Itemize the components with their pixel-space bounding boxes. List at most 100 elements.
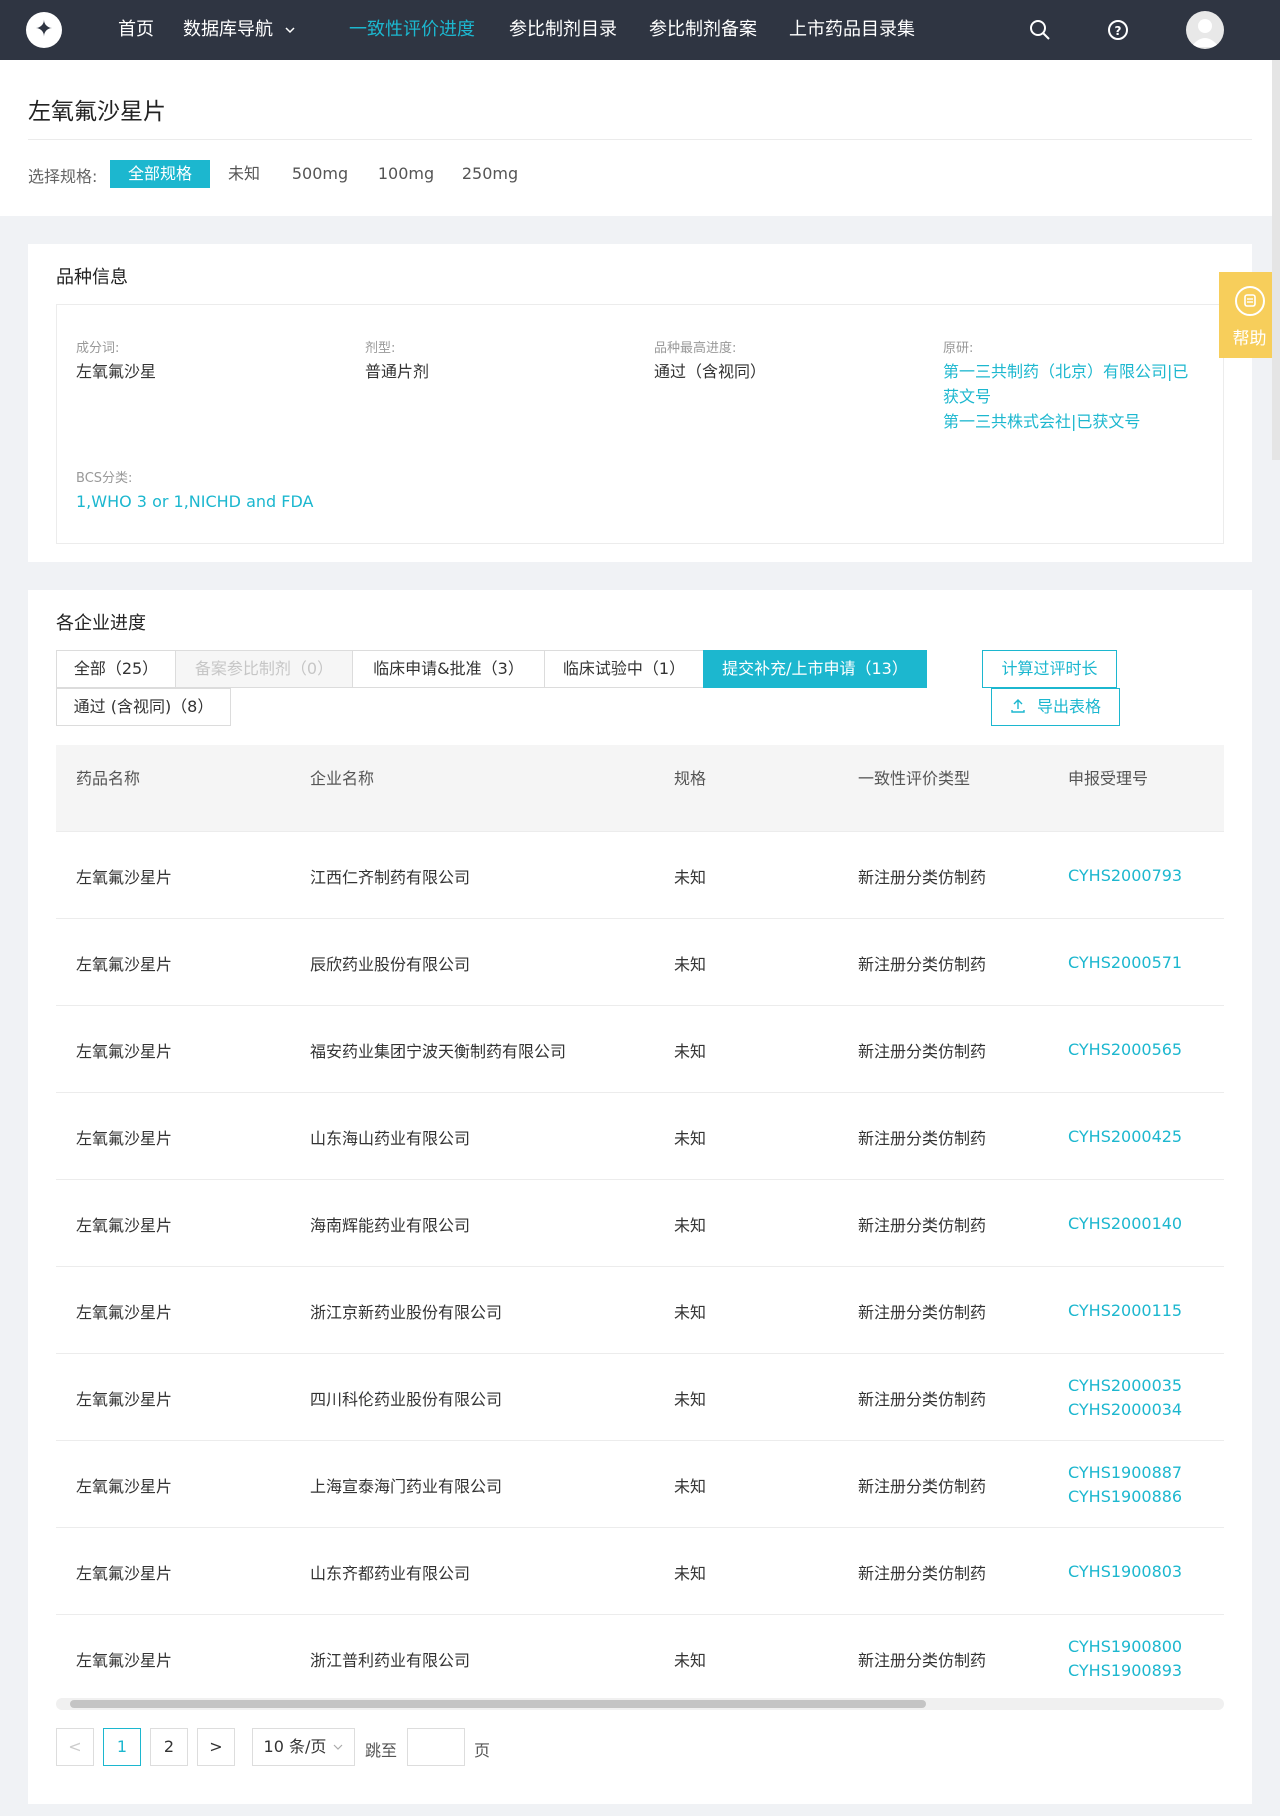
type-cell: 新注册分类仿制药 <box>858 1477 987 1496</box>
original-link-2[interactable]: 第一三共株式会社|已获文号 <box>943 409 1140 434</box>
avatar[interactable] <box>1186 11 1224 49</box>
accept-no-link[interactable]: CYHS1900803 <box>1068 1560 1182 1584</box>
jump-page-input[interactable] <box>407 1728 465 1766</box>
spec-500mg[interactable]: 500mg <box>288 160 352 188</box>
type-cell: 新注册分类仿制药 <box>858 1042 987 1061</box>
spec-cell: 未知 <box>674 1129 707 1148</box>
header-panel <box>0 60 1280 216</box>
vertical-scrollbar[interactable] <box>1272 60 1280 460</box>
spec-all[interactable]: 全部规格 <box>110 160 210 188</box>
type-cell: 新注册分类仿制药 <box>858 1216 987 1235</box>
table-row[interactable]: 左氧氟沙星片 上海宣泰海门药业有限公司 未知 新注册分类仿制药 CYHS1900887 C… <box>56 1440 1224 1527</box>
accept-no-link[interactable]: CYHS2000793 <box>1068 864 1182 888</box>
help-label: 帮助 <box>1232 329 1267 349</box>
table-row[interactable]: 左氧氟沙星片 山东海山药业有限公司 未知 新注册分类仿制药 CYHS2000425 <box>56 1092 1224 1179</box>
page-unit-label: 页 <box>474 1741 491 1760</box>
nav-consistency-progress[interactable]: 一致性评价进度 <box>349 0 475 60</box>
logo-icon[interactable]: ✦ <box>26 12 62 48</box>
tab-passed[interactable]: 通过 (含视同)（8） <box>56 688 231 726</box>
bcs-label: BCS分类: <box>76 471 133 486</box>
scrollbar-thumb[interactable] <box>70 1700 926 1708</box>
original-link-1-cont[interactable]: 获文号 <box>943 384 991 409</box>
accept-no-link[interactable]: CYHS2000425 <box>1068 1125 1182 1149</box>
company-cell: 江西仁齐制药有限公司 <box>310 868 471 887</box>
table-row[interactable]: 左氧氟沙星片 辰欣药业股份有限公司 未知 新注册分类仿制药 CYHS2000571 <box>56 918 1224 1005</box>
nav-listed-drugs[interactable]: 上市药品目录集 <box>789 0 915 60</box>
table-row[interactable]: 左氧氟沙星片 福安药业集团宁波天衡制药有限公司 未知 新注册分类仿制药 CYHS2000… <box>56 1005 1224 1092</box>
table-row[interactable]: 左氧氟沙星片 海南辉能药业有限公司 未知 新注册分类仿制药 CYHS2000140 <box>56 1179 1224 1266</box>
accept-no-link[interactable]: CYHS1900886 <box>1068 1485 1182 1509</box>
accept-no-link[interactable]: CYHS2000115 <box>1068 1299 1182 1323</box>
accept-no-link[interactable]: CYHS2000571 <box>1068 951 1182 975</box>
company-cell: 山东齐都药业有限公司 <box>310 1564 471 1583</box>
type-cell: 新注册分类仿制药 <box>858 868 987 887</box>
accept-no-link[interactable]: CYHS2000565 <box>1068 1038 1182 1062</box>
spec-100mg[interactable]: 100mg <box>374 160 438 188</box>
company-cell: 上海宣泰海门药业有限公司 <box>310 1477 503 1496</box>
dosage-label: 剂型: <box>365 341 396 356</box>
drug-name-cell: 左氧氟沙星片 <box>76 1042 173 1061</box>
accept-no-link[interactable]: CYHS2000035 <box>1068 1374 1182 1398</box>
spec-unknown[interactable]: 未知 <box>222 160 266 188</box>
accept-no-link[interactable]: CYHS1900887 <box>1068 1461 1182 1485</box>
help-float-button[interactable]: 帮助 <box>1219 272 1280 358</box>
drug-name-cell: 左氧氟沙星片 <box>76 1477 173 1496</box>
col-type: 一致性评价类型 <box>858 769 971 788</box>
progress-title: 各企业进度 <box>56 613 146 634</box>
type-cell: 新注册分类仿制药 <box>858 1129 987 1148</box>
company-cell: 四川科伦药业股份有限公司 <box>310 1390 503 1409</box>
spec-cell: 未知 <box>674 1390 707 1409</box>
page-2-button[interactable]: 2 <box>150 1728 188 1766</box>
page-size-select[interactable]: 10 条/页 <box>252 1728 355 1766</box>
accept-no-link[interactable]: CYHS2000140 <box>1068 1212 1182 1236</box>
help-circle-icon[interactable]: ? <box>1104 16 1132 44</box>
prev-page-button[interactable]: < <box>56 1728 94 1766</box>
bcs-value[interactable]: 1,WHO 3 or 1,NICHD and FDA <box>76 489 313 514</box>
horizontal-scrollbar[interactable] <box>56 1698 1224 1710</box>
table-row[interactable]: 左氧氟沙星片 浙江普利药业有限公司 未知 新注册分类仿制药 CYHS1900800 CYH… <box>56 1614 1224 1701</box>
spec-250mg[interactable]: 250mg <box>458 160 522 188</box>
accept-no-link[interactable]: CYHS1900893 <box>1068 1659 1182 1683</box>
drug-name-cell: 左氧氟沙星片 <box>76 1129 173 1148</box>
next-page-button[interactable]: > <box>197 1728 235 1766</box>
table-row[interactable]: 左氧氟沙星片 山东齐都药业有限公司 未知 新注册分类仿制药 CYHS1900803 <box>56 1527 1224 1614</box>
nav-database-label: 数据库导航 <box>183 19 273 40</box>
tab-reference-filing: 备案参比制剂（0） <box>175 650 353 688</box>
tab-clinical-application[interactable]: 临床申请&批准（3） <box>352 650 545 688</box>
nav-reference-catalog[interactable]: 参比制剂目录 <box>509 0 617 60</box>
calc-duration-button[interactable]: 计算过评时长 <box>982 650 1117 688</box>
tab-all[interactable]: 全部（25） <box>56 650 176 688</box>
progress-table: 药品名称 企业名称 规格 一致性评价类型 申报受理号 左氧氟沙星片 江西仁齐制药有… <box>56 745 1224 1711</box>
table-row[interactable]: 左氧氟沙星片 浙江京新药业股份有限公司 未知 新注册分类仿制药 CYHS2000115 <box>56 1266 1224 1353</box>
chevron-down-icon <box>285 27 295 34</box>
table-row[interactable]: 左氧氟沙星片 江西仁齐制药有限公司 未知 新注册分类仿制药 CYHS2000793 <box>56 831 1224 918</box>
tab-submission[interactable]: 提交补充/上市申请（13） <box>703 650 927 688</box>
accept-no-link[interactable]: CYHS2000034 <box>1068 1398 1182 1422</box>
spec-cell: 未知 <box>674 1303 707 1322</box>
nav-database[interactable]: 数据库导航 <box>183 0 295 60</box>
export-button[interactable]: 导出表格 <box>991 688 1120 726</box>
progress-value: 通过（含视同） <box>654 362 767 381</box>
col-spec: 规格 <box>674 769 707 788</box>
help-icon <box>1235 286 1265 316</box>
spec-cell: 未知 <box>674 955 707 974</box>
dosage-value: 普通片剂 <box>365 362 430 381</box>
accept-no-link[interactable]: CYHS1900800 <box>1068 1635 1182 1659</box>
type-cell: 新注册分类仿制药 <box>858 1303 987 1322</box>
tab-clinical-trial[interactable]: 临床试验中（1） <box>544 650 704 688</box>
original-link-1[interactable]: 第一三共制药（北京）有限公司|已 <box>943 359 1188 384</box>
page-size-value: 10 条/页 <box>263 1737 327 1756</box>
table-row[interactable]: 左氧氟沙星片 四川科伦药业股份有限公司 未知 新注册分类仿制药 CYHS2000035 C… <box>56 1353 1224 1440</box>
spec-cell: 未知 <box>674 1216 707 1235</box>
nav-home[interactable]: 首页 <box>118 0 154 60</box>
page-1-button[interactable]: 1 <box>103 1728 141 1766</box>
ingredient-label: 成分词: <box>76 341 120 356</box>
company-cell: 山东海山药业有限公司 <box>310 1129 471 1148</box>
ingredient-value: 左氧氟沙星 <box>76 362 157 381</box>
col-drug-name: 药品名称 <box>76 769 141 788</box>
progress-label: 品种最高进度: <box>654 341 737 356</box>
spec-cell: 未知 <box>674 1651 707 1670</box>
nav-reference-filing[interactable]: 参比制剂备案 <box>649 0 757 60</box>
spec-cell: 未知 <box>674 868 707 887</box>
search-icon[interactable] <box>1026 16 1054 44</box>
